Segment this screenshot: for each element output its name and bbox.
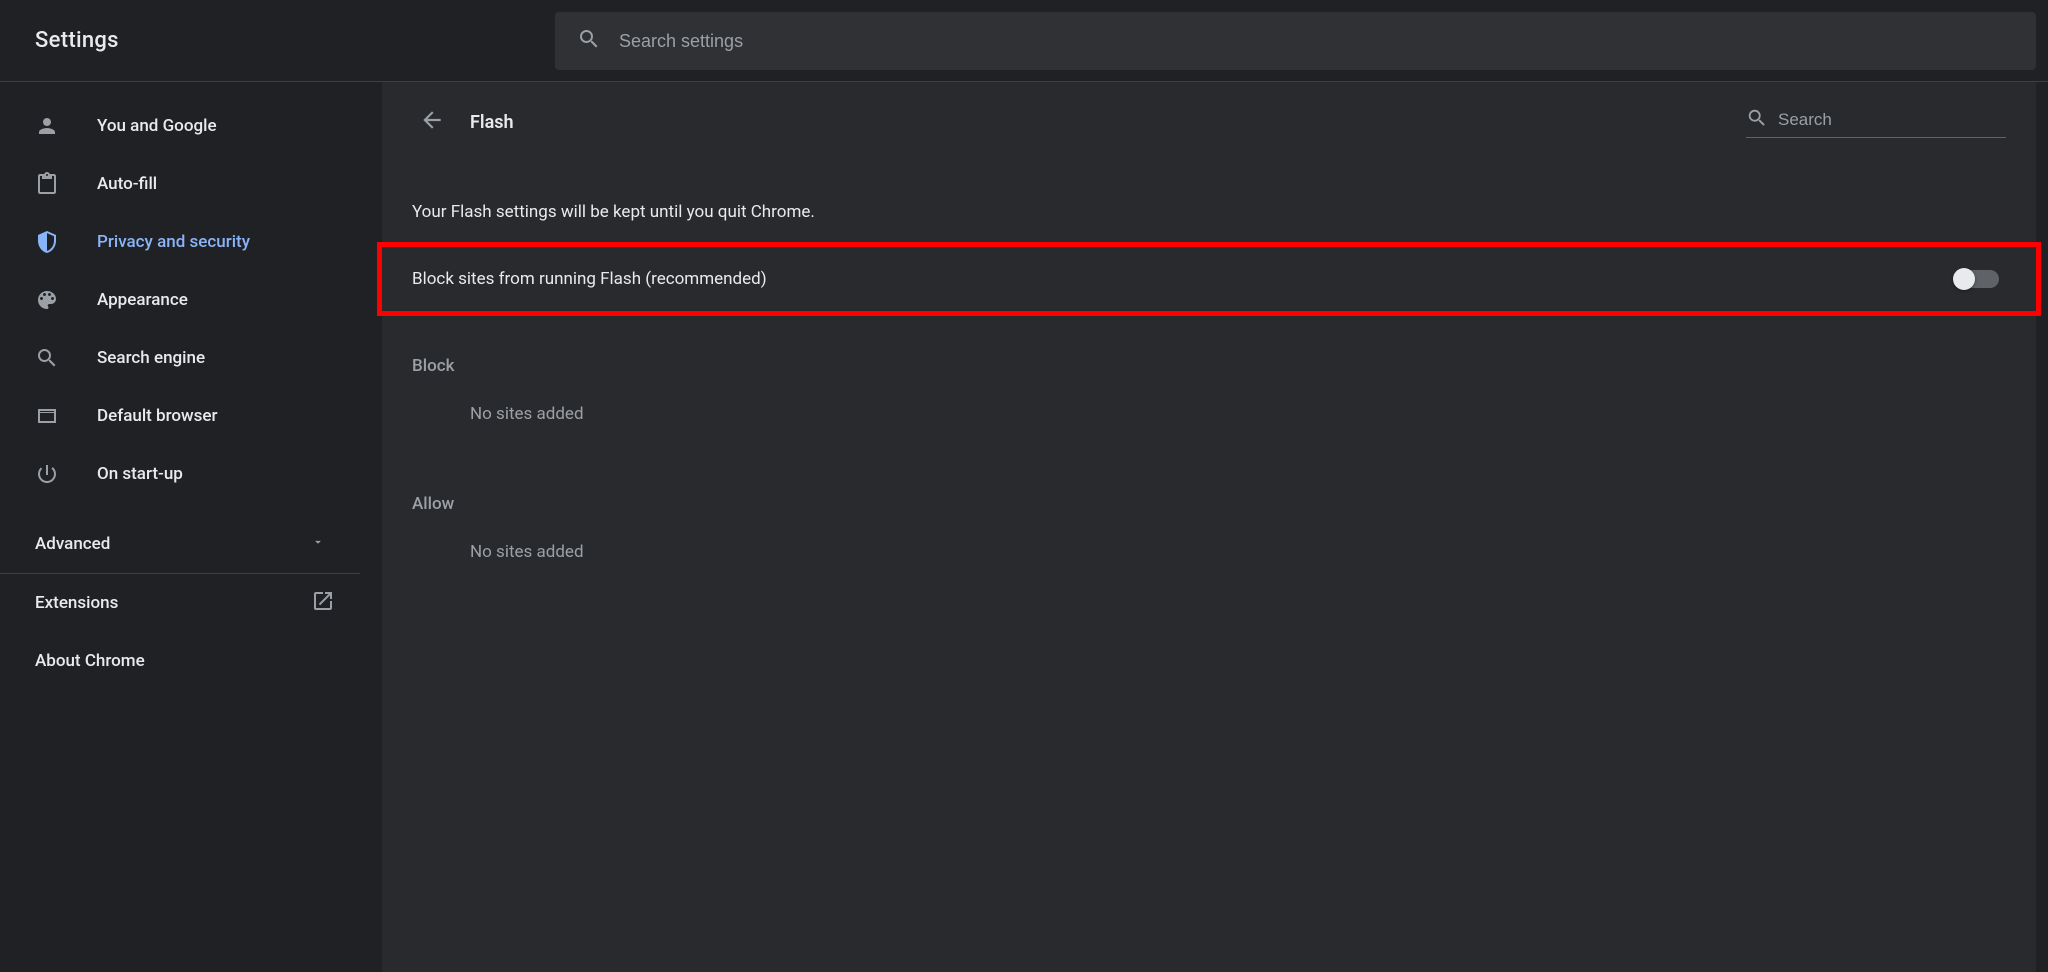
flash-info-text: Your Flash settings will be kept until y… — [382, 162, 2036, 242]
sidebar-item-privacy[interactable]: Privacy and security — [0, 213, 360, 271]
search-icon — [577, 27, 601, 55]
header-search-input[interactable] — [619, 31, 2014, 52]
header-search[interactable] — [555, 12, 2036, 70]
block-flash-toggle[interactable] — [1955, 270, 1999, 288]
sidebar-item-you-and-google[interactable]: You and Google — [0, 97, 360, 155]
block-empty-text: No sites added — [382, 386, 2036, 454]
sidebar-item-label: Default browser — [97, 406, 218, 426]
extensions-label: Extensions — [35, 593, 118, 613]
page-title: Flash — [470, 112, 514, 133]
clipboard-icon — [35, 172, 59, 196]
sidebar-item-label: Search engine — [97, 348, 205, 368]
advanced-label: Advanced — [35, 534, 110, 554]
sidebar-about[interactable]: About Chrome — [0, 632, 360, 690]
browser-icon — [35, 404, 59, 428]
open-external-icon — [311, 589, 335, 618]
sidebar-item-label: Auto-fill — [97, 174, 157, 194]
chevron-down-icon — [311, 534, 325, 554]
sidebar-item-autofill[interactable]: Auto-fill — [0, 155, 360, 213]
sidebar-item-label: On start-up — [97, 464, 183, 484]
panel-header: Flash — [382, 82, 2036, 162]
shield-icon — [35, 230, 59, 254]
sidebar-item-label: You and Google — [97, 116, 217, 136]
block-flash-label: Block sites from running Flash (recommen… — [412, 269, 767, 289]
sidebar-item-search-engine[interactable]: Search engine — [0, 329, 360, 387]
person-icon — [35, 114, 59, 138]
toggle-knob — [1953, 268, 1975, 290]
sidebar-item-default-browser[interactable]: Default browser — [0, 387, 360, 445]
power-icon — [35, 462, 59, 486]
sidebar-item-label: Privacy and security — [97, 232, 250, 252]
settings-panel: Flash Your Flash settings will be kept u… — [382, 82, 2036, 972]
sidebar: You and Google Auto-fill Privacy and sec… — [0, 82, 360, 972]
block-flash-row: Block sites from running Flash (recommen… — [377, 242, 2041, 316]
arrow-back-icon — [419, 107, 445, 137]
palette-icon — [35, 288, 59, 312]
sidebar-extensions[interactable]: Extensions — [0, 574, 360, 632]
back-button[interactable] — [412, 102, 452, 142]
allow-empty-text: No sites added — [382, 524, 2036, 592]
panel-search-input[interactable] — [1778, 110, 2006, 130]
app-title: Settings — [35, 28, 119, 53]
panel-search[interactable] — [1746, 107, 2006, 138]
allow-section-label: Allow — [382, 454, 2036, 524]
sidebar-item-startup[interactable]: On start-up — [0, 445, 360, 503]
app-header: Settings — [0, 0, 2048, 82]
main-area: Flash Your Flash settings will be kept u… — [360, 82, 2048, 972]
about-label: About Chrome — [35, 651, 145, 671]
block-section-label: Block — [382, 316, 2036, 386]
search-icon — [35, 346, 59, 370]
sidebar-advanced[interactable]: Advanced — [0, 515, 360, 573]
sidebar-item-label: Appearance — [97, 290, 188, 310]
search-icon — [1746, 107, 1768, 133]
sidebar-item-appearance[interactable]: Appearance — [0, 271, 360, 329]
